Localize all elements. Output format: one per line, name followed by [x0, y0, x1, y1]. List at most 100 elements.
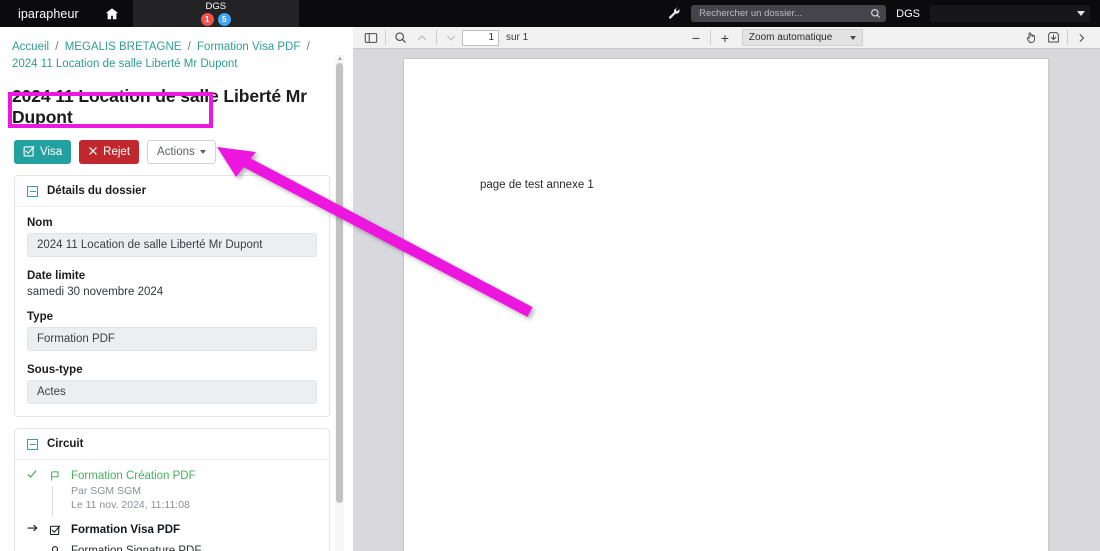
page-total-label: sur 1	[506, 32, 529, 43]
field-type-label: Type	[27, 311, 53, 323]
search-icon[interactable]	[870, 8, 881, 19]
chevrons-right-icon[interactable]	[1071, 28, 1093, 47]
hand-tool-icon[interactable]	[1020, 28, 1042, 47]
page-title: 2024 11 Location de salle Liberté Mr Dup…	[12, 86, 307, 127]
tenant-tab-dgs[interactable]: DGS 1 5	[132, 0, 299, 27]
circuit-step-title: Formation Visa PDF	[71, 524, 181, 536]
breadcrumb-item-megalis[interactable]: MEGALIS BRETAGNE	[65, 41, 182, 53]
save-download-icon[interactable]	[1042, 28, 1064, 47]
visa-button-label: Visa	[40, 146, 63, 158]
circuit-step-text: Formation Signature PDF	[71, 543, 317, 551]
pdf-body-text: page de test annexe 1	[480, 179, 594, 191]
pdf-canvas-area[interactable]: page de test annexe 1	[353, 49, 1100, 551]
search-box[interactable]	[691, 5, 887, 22]
search-input[interactable]	[699, 8, 871, 19]
page-number-input[interactable]	[462, 29, 499, 46]
field-sous-type: Sous-type Actes	[27, 364, 317, 404]
breadcrumb-separator: /	[306, 41, 310, 53]
circuit-step-signature-pending[interactable]: Formation Signature PDF	[25, 543, 317, 551]
circuit-card-header[interactable]: Circuit	[15, 429, 329, 460]
action-button-row: Visa Rejet Actions	[14, 140, 344, 164]
scroll-up-arrow-icon[interactable]: ▲	[337, 56, 343, 62]
tenant-tab-label: DGS	[205, 0, 227, 12]
breadcrumb-item-formation-visa[interactable]: Formation Visa PDF	[197, 41, 300, 53]
circuit-card-title: Circuit	[47, 438, 84, 450]
circuit-card: Circuit Formation Création PDF Par SGM S…	[14, 428, 330, 551]
brand-zone: iparapheur	[0, 0, 133, 27]
actions-dropdown-button[interactable]: Actions	[147, 140, 216, 164]
visa-button[interactable]: Visa	[14, 140, 72, 164]
check-square-icon	[46, 522, 64, 538]
arrow-right-icon	[25, 522, 39, 534]
tenant-select-label: DGS	[896, 7, 920, 20]
toolbar-separator	[1067, 30, 1068, 45]
zoom-out-label: −	[691, 29, 701, 46]
breadcrumb-item-accueil[interactable]: Accueil	[12, 41, 49, 53]
scrollbar-thumb[interactable]	[336, 63, 343, 503]
field-sous-type-label: Sous-type	[27, 364, 83, 376]
badge-total-count: 5	[217, 12, 231, 26]
previous-page-icon[interactable]	[411, 28, 433, 47]
zoom-in-button[interactable]: +	[714, 28, 736, 47]
topbar-right-controls: DGS	[668, 0, 1100, 27]
breadcrumb-item-current[interactable]: 2024 11 Location de salle Liberté Mr Dup…	[12, 58, 237, 70]
tenant-badges: 1 5	[200, 12, 231, 26]
details-card: Détails du dossier Nom 2024 11 Location …	[14, 175, 330, 417]
chevron-down-icon	[1077, 11, 1085, 16]
toolbar-separator	[436, 30, 437, 45]
home-icon[interactable]	[105, 7, 119, 21]
circuit-step-title: Formation Création PDF	[71, 470, 196, 482]
details-card-title: Détails du dossier	[47, 185, 147, 197]
app-brand-name: iparapheur	[18, 6, 79, 21]
badge-unread-count: 1	[200, 12, 214, 26]
find-search-icon[interactable]	[389, 28, 411, 47]
breadcrumb-separator: /	[55, 41, 59, 53]
details-card-body: Nom 2024 11 Location de salle Liberté Mr…	[15, 207, 329, 416]
field-nom: Nom 2024 11 Location de salle Liberté Mr…	[27, 217, 317, 257]
field-date-limite: Date limite samedi 30 novembre 2024	[27, 270, 317, 298]
pdf-toolbar: sur 1 − + Zoom automatique	[353, 27, 1100, 49]
circuit-step-timestamp: Le 11 nov. 2024, 11:11:08	[71, 499, 190, 511]
field-nom-label: Nom	[27, 217, 53, 229]
circuit-step-visa-current[interactable]: Formation Visa PDF	[25, 522, 317, 540]
close-icon	[88, 146, 98, 159]
rejet-button[interactable]: Rejet	[79, 140, 140, 164]
breadcrumb: Accueil / MEGALIS BRETAGNE / Formation V…	[0, 27, 344, 73]
check-square-icon	[23, 145, 35, 160]
chevron-down-icon	[850, 35, 857, 40]
collapse-minus-icon[interactable]	[27, 438, 38, 450]
field-type-value[interactable]: Formation PDF	[27, 327, 317, 351]
toolbar-separator	[385, 30, 386, 45]
field-sous-type-value[interactable]: Actes	[27, 380, 317, 404]
zoom-level-value: Zoom automatique	[748, 32, 833, 43]
details-card-header[interactable]: Détails du dossier	[15, 176, 329, 207]
left-detail-panel: Accueil / MEGALIS BRETAGNE / Formation V…	[0, 27, 344, 551]
zoom-in-label: +	[720, 29, 730, 46]
sidebar-toggle-icon[interactable]	[360, 28, 382, 47]
next-page-icon[interactable]	[440, 28, 462, 47]
collapse-minus-icon[interactable]	[27, 185, 38, 197]
actions-button-label: Actions	[157, 146, 195, 158]
zoom-out-button[interactable]: −	[685, 28, 707, 47]
circuit-step-list: Formation Création PDF Par SGM SGM Le 11…	[15, 460, 329, 551]
field-type: Type Formation PDF	[27, 311, 317, 351]
circuit-connector-line	[52, 486, 53, 517]
circuit-step-text: Formation Visa PDF	[71, 522, 317, 540]
seal-icon	[46, 543, 64, 551]
circuit-step-title: Formation Signature PDF	[71, 545, 202, 551]
wrench-icon[interactable]	[668, 7, 681, 20]
left-panel-scrollbar[interactable]: ▲ ▼	[335, 55, 344, 551]
zoom-level-select[interactable]: Zoom automatique	[741, 29, 864, 46]
flag-outline-icon	[46, 468, 64, 484]
circuit-step-actor: Par SGM SGM	[71, 485, 142, 497]
caret-down-icon	[199, 150, 206, 154]
toolbar-separator	[709, 30, 711, 45]
circuit-step-text: Formation Création PDF Par SGM SGM Le 11…	[71, 468, 317, 514]
field-nom-value[interactable]: 2024 11 Location de salle Liberté Mr Dup…	[27, 233, 317, 257]
circuit-step-creation-done[interactable]: Formation Création PDF Par SGM SGM Le 11…	[25, 468, 317, 519]
field-date-limite-label: Date limite	[27, 270, 86, 282]
top-navigation-bar: iparapheur DGS 1 5 DGS	[0, 0, 1100, 27]
check-icon	[25, 468, 39, 480]
tenant-select-dropdown[interactable]	[930, 5, 1090, 22]
field-date-limite-value: samedi 30 novembre 2024	[27, 286, 164, 298]
